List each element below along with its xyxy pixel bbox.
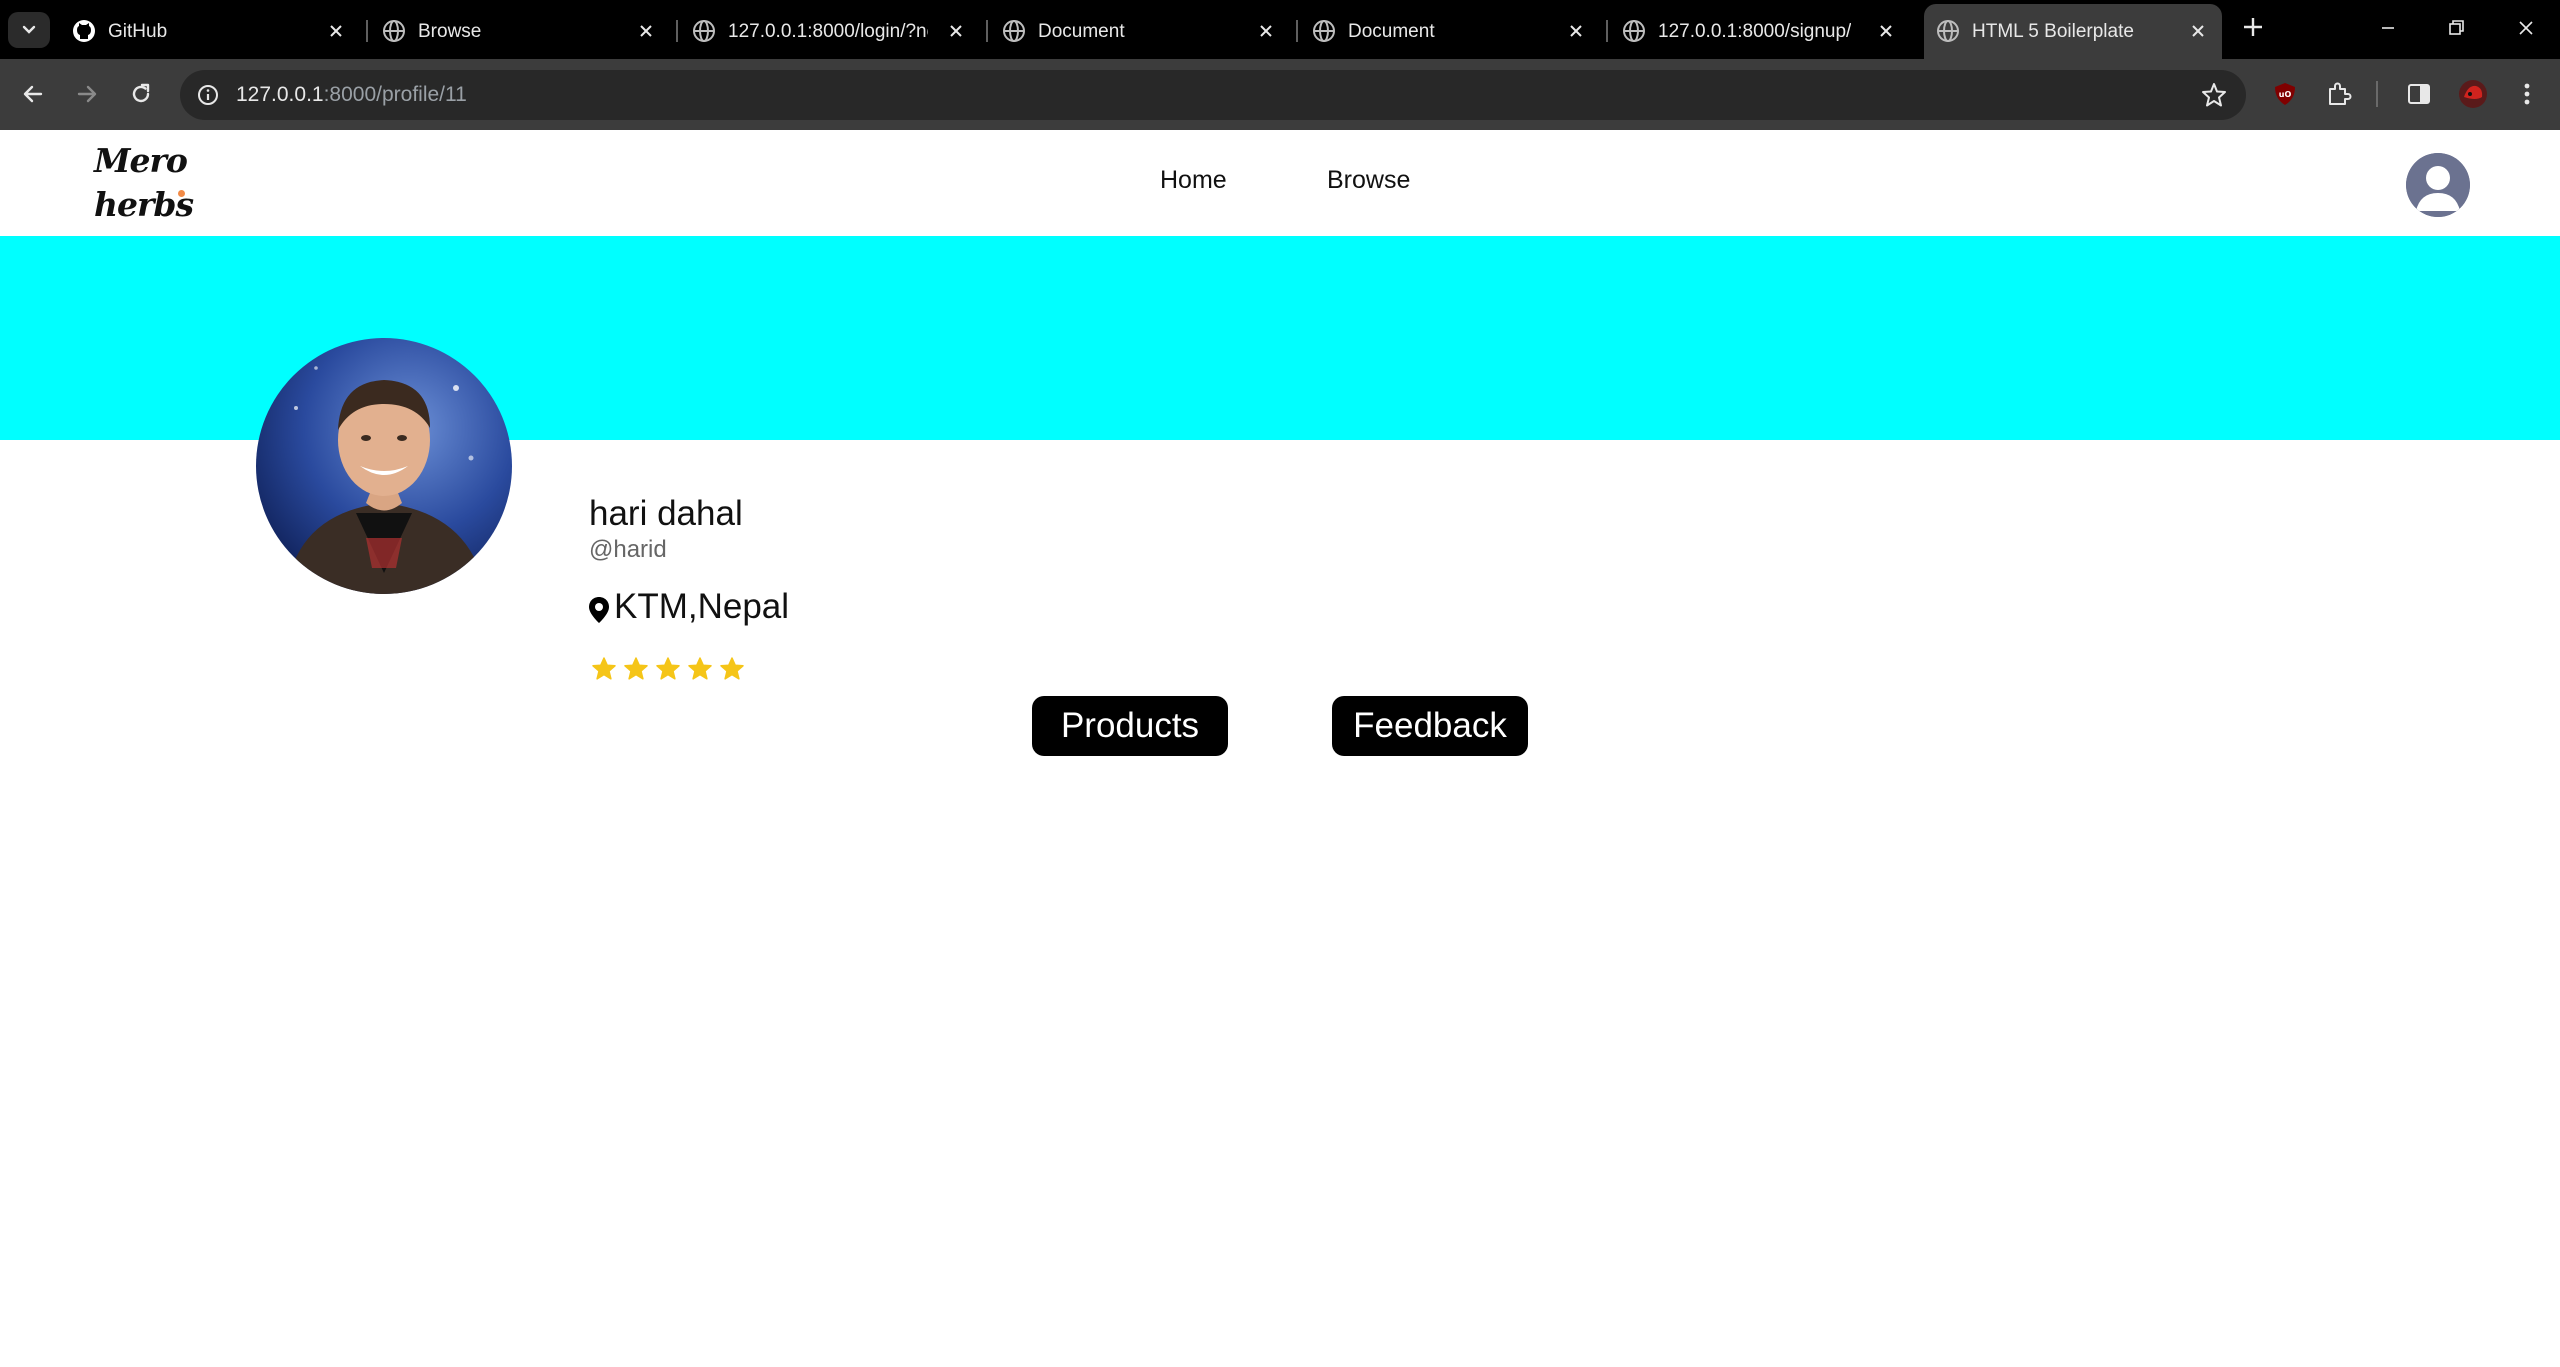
close-icon[interactable]: [326, 21, 346, 41]
globe-icon: [1623, 20, 1645, 42]
profile-handle: @harid: [589, 536, 667, 563]
tab-title: HTML 5 Boilerplate: [1972, 21, 2134, 42]
close-icon[interactable]: [2188, 21, 2208, 41]
star-icon: [656, 657, 680, 680]
close-icon[interactable]: [1566, 21, 1586, 41]
tab-html5-boilerplate[interactable]: HTML 5 Boilerplate: [1924, 4, 2222, 59]
info-icon[interactable]: [196, 83, 220, 107]
profile-button[interactable]: [2456, 77, 2490, 111]
side-panel-icon: [2408, 84, 2430, 104]
site-navbar: Mero herbs Home Browse: [0, 130, 2560, 236]
arrow-right-icon: [77, 85, 97, 103]
rating-stars: [591, 656, 745, 682]
window-close-icon[interactable]: [2512, 14, 2540, 42]
kebab-menu-icon: [2524, 83, 2530, 105]
side-panel-button[interactable]: [2402, 77, 2436, 111]
close-icon[interactable]: [946, 21, 966, 41]
tab-login[interactable]: 127.0.0.1:8000/login/?nex: [680, 4, 980, 59]
forward-button[interactable]: [70, 77, 104, 111]
close-icon[interactable]: [1876, 21, 1896, 41]
globe-icon: [1313, 20, 1335, 42]
profile-avatar-icon: [2459, 80, 2487, 108]
tab-strip: GitHub Browse 127.0.0.1:8000/login/?nex …: [0, 0, 2560, 59]
nav-link-home[interactable]: Home: [1160, 166, 1227, 195]
tab-title: GitHub: [108, 21, 168, 42]
browser-menu-button[interactable]: [2510, 77, 2544, 111]
restore-icon[interactable]: [2442, 14, 2470, 42]
user-silhouette-icon: [2406, 153, 2470, 217]
arrow-left-icon: [23, 85, 43, 103]
site-logo[interactable]: Mero herbs: [94, 139, 204, 227]
reload-button[interactable]: [124, 77, 158, 111]
chevron-down-icon: [22, 25, 36, 34]
tab-browse[interactable]: Browse: [370, 4, 670, 59]
profile-photo-image: [256, 338, 512, 594]
tab-title: Document: [1038, 21, 1125, 42]
github-icon: [73, 20, 95, 42]
back-button[interactable]: [16, 77, 50, 111]
profile-location: KTM,Nepal: [614, 587, 790, 626]
star-icon: [592, 657, 616, 680]
tab-document-2[interactable]: Document: [1300, 4, 1600, 59]
location-pin-icon: [589, 597, 609, 623]
nav-link-browse[interactable]: Browse: [1327, 166, 1410, 195]
tab-signup[interactable]: 127.0.0.1:8000/signup/: [1610, 4, 1910, 59]
new-tab-icon[interactable]: [2240, 14, 2266, 40]
globe-icon: [383, 20, 405, 42]
tab-title: Browse: [418, 21, 482, 42]
star-icon: [688, 657, 712, 680]
user-avatar[interactable]: [2406, 153, 2470, 217]
svg-text:uO: uO: [2279, 90, 2292, 99]
close-icon[interactable]: [636, 21, 656, 41]
globe-icon: [1003, 20, 1025, 42]
logo-line-1: Mero: [94, 141, 188, 180]
reload-icon: [132, 83, 150, 103]
tab-search-button[interactable]: [8, 12, 50, 48]
ublock-shield-icon: uO: [2275, 83, 2295, 105]
products-button[interactable]: Products: [1032, 696, 1228, 756]
extensions-button[interactable]: [2322, 77, 2356, 111]
star-icon: [624, 657, 648, 680]
tab-document-1[interactable]: Document: [990, 4, 1290, 59]
profile-name: hari dahal: [589, 494, 743, 533]
feedback-button[interactable]: Feedback: [1332, 696, 1528, 756]
globe-icon: [693, 20, 715, 42]
tab-title: 127.0.0.1:8000/login/?nex: [728, 21, 928, 42]
browser-toolbar: 127.0.0.1:8000/profile/11 uO: [0, 59, 2560, 130]
star-icon: [720, 657, 744, 680]
minimize-icon[interactable]: [2374, 14, 2402, 42]
bookmark-star-icon[interactable]: [2200, 81, 2228, 109]
globe-icon: [1937, 20, 1959, 42]
close-icon[interactable]: [1256, 21, 1276, 41]
address-bar[interactable]: 127.0.0.1:8000/profile/11: [180, 70, 2246, 120]
url-text: 127.0.0.1:8000/profile/11: [236, 83, 467, 106]
logo-dot: [178, 190, 185, 197]
tab-github[interactable]: GitHub: [60, 4, 360, 59]
ublock-extension-button[interactable]: uO: [2268, 77, 2302, 111]
logo-line-2: herbs: [94, 185, 194, 224]
tab-title: Document: [1348, 21, 1435, 42]
puzzle-icon: [2329, 82, 2352, 105]
profile-photo: [256, 338, 512, 594]
tab-title: 127.0.0.1:8000/signup/: [1658, 21, 1852, 42]
